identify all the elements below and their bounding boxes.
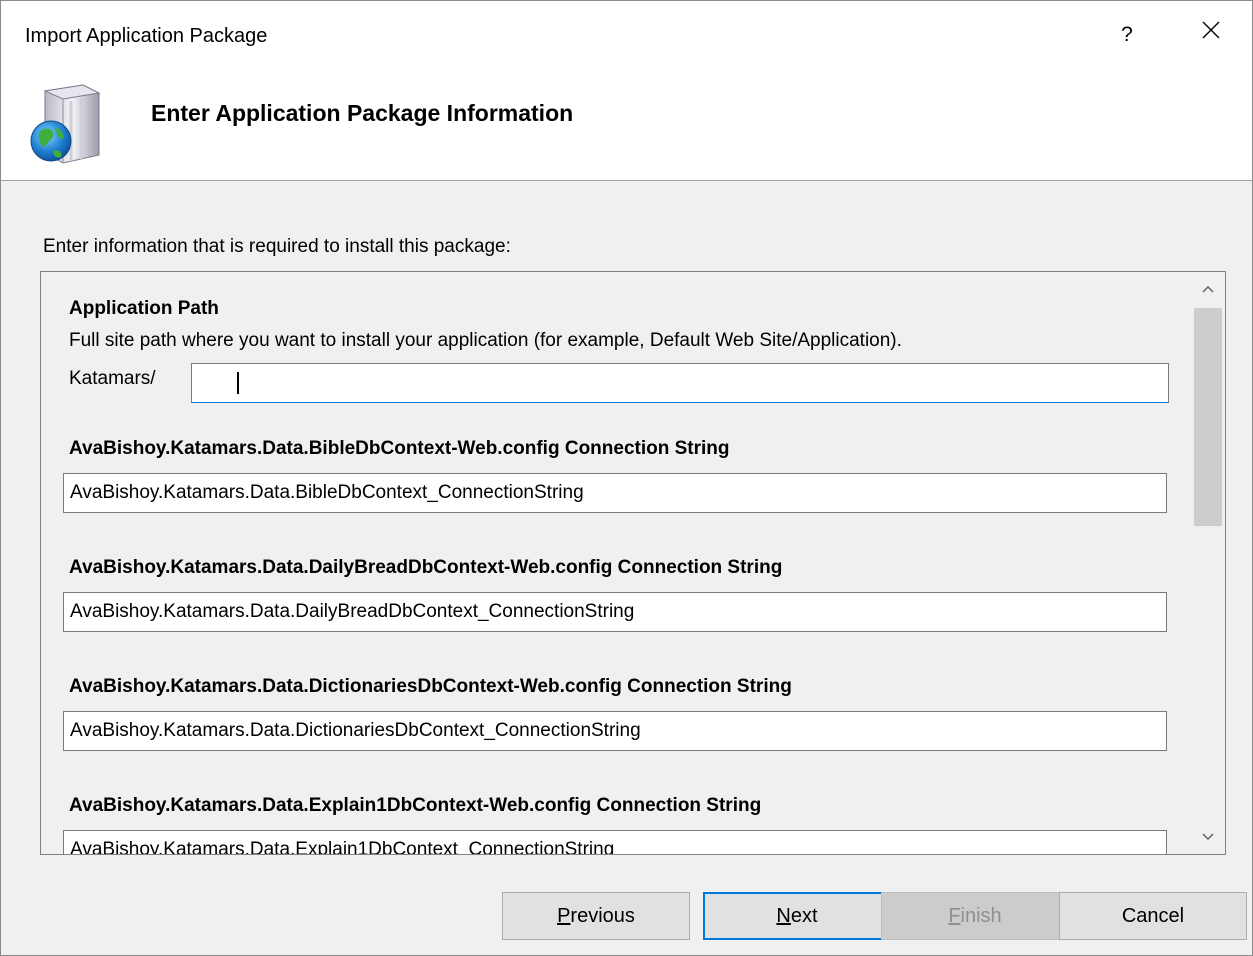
parameters-panel: Application Path Full site path where yo… xyxy=(40,271,1226,855)
import-application-package-dialog: Import Application Package ? Enter Appli… xyxy=(0,0,1253,956)
connection-string-title: AvaBishoy.Katamars.Data.BibleDbContext-W… xyxy=(69,438,730,459)
previous-button[interactable]: Previous xyxy=(502,892,690,940)
finish-accelerator: F xyxy=(948,905,961,927)
close-icon xyxy=(1202,21,1220,39)
connection-string-input[interactable]: AvaBishoy.Katamars.Data.BibleDbContext_C… xyxy=(63,473,1167,513)
scroll-up-button[interactable] xyxy=(1191,272,1225,306)
finish-button[interactable]: Finish xyxy=(881,892,1069,940)
application-path-prefix: Katamars/ xyxy=(69,368,156,389)
scroll-down-button[interactable] xyxy=(1191,820,1225,854)
application-path-description: Full site path where you want to install… xyxy=(69,330,902,351)
chevron-up-icon xyxy=(1202,286,1214,293)
parameters-scroll-content[interactable]: Application Path Full site path where yo… xyxy=(41,272,1191,854)
scroll-thumb[interactable] xyxy=(1194,308,1222,526)
vertical-scrollbar[interactable] xyxy=(1191,272,1225,854)
next-label-rest: ext xyxy=(790,905,818,927)
package-globe-icon xyxy=(25,81,115,171)
close-button[interactable] xyxy=(1189,15,1233,55)
application-path-input[interactable] xyxy=(191,363,1169,403)
connection-string-input[interactable]: AvaBishoy.Katamars.Data.Explain1DbContex… xyxy=(63,830,1167,854)
next-button[interactable]: Next xyxy=(703,892,891,940)
connection-string-input[interactable]: AvaBishoy.Katamars.Data.DictionariesDbCo… xyxy=(63,711,1167,751)
connection-string-title: AvaBishoy.Katamars.Data.DictionariesDbCo… xyxy=(69,676,792,697)
title-bar[interactable]: Import Application Package ? xyxy=(1,1,1252,69)
connection-string-input[interactable]: AvaBishoy.Katamars.Data.DailyBreadDbCont… xyxy=(63,592,1167,632)
application-path-title: Application Path xyxy=(69,298,219,319)
finish-label-rest: inish xyxy=(960,905,1002,927)
instruction-text: Enter information that is required to in… xyxy=(43,236,511,257)
text-caret xyxy=(237,372,239,394)
window-title: Import Application Package xyxy=(25,25,268,47)
connection-string-title: AvaBishoy.Katamars.Data.Explain1DbContex… xyxy=(69,795,762,816)
next-accelerator: N xyxy=(776,905,791,927)
help-button[interactable]: ? xyxy=(1107,15,1147,55)
chevron-down-icon xyxy=(1202,833,1214,840)
connection-string-title: AvaBishoy.Katamars.Data.DailyBreadDbCont… xyxy=(69,557,783,578)
wizard-step-title: Enter Application Package Information xyxy=(151,100,574,126)
wizard-header: Enter Application Package Information xyxy=(1,69,1252,181)
cancel-button[interactable]: Cancel xyxy=(1059,892,1247,940)
previous-label-rest: revious xyxy=(570,905,635,927)
previous-accelerator: P xyxy=(557,905,571,927)
